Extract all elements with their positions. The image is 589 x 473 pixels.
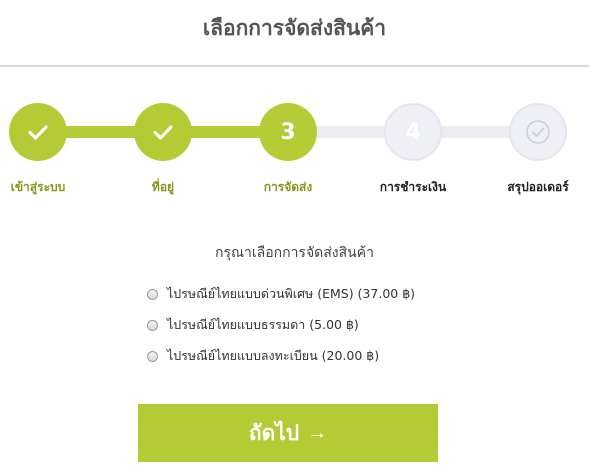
step-4-circle: 4 <box>384 103 442 161</box>
step-3-number: 3 <box>280 119 296 145</box>
step-2-circle <box>134 103 192 161</box>
check-icon <box>28 125 48 140</box>
next-button[interactable]: ถัดไป → <box>138 404 438 462</box>
step-1-circle <box>9 103 67 161</box>
shipping-prompt: กรุณาเลือกการจัดส่งสินค้า <box>215 245 374 261</box>
shipping-option-ems[interactable]: ไปรษณีย์ไทยแบบด่วนพิเศษ (EMS) (37.00 ฿) <box>147 284 415 304</box>
check-circle-icon <box>526 120 550 144</box>
step-1-label: เข้าสู่ระบบ <box>10 180 66 194</box>
shipping-option-regular[interactable]: ไปรษณีย์ไทยแบบธรรมดา (5.00 ฿) <box>147 315 359 335</box>
shipping-radio-ems[interactable] <box>147 288 158 300</box>
shipping-option-label: ไปรษณีย์ไทยแบบด่วนพิเศษ (EMS) (37.00 ฿) <box>167 286 416 301</box>
shipping-option-label: ไปรษณีย์ไทยแบบธรรมดา (5.00 ฿) <box>167 317 359 332</box>
step-2-label: ที่อยู่ <box>151 180 175 194</box>
step-5-circle <box>509 103 567 161</box>
shipping-option-label: ไปรษณีย์ไทยแบบลงทะเบียน (20.00 ฿) <box>167 348 380 363</box>
step-3-circle: 3 <box>259 103 317 161</box>
step-4-number: 4 <box>405 119 421 145</box>
check-icon <box>153 125 173 140</box>
page-title: เลือกการจัดส่งสินค้า <box>202 16 387 40</box>
step-3-label: การจัดส่ง <box>263 180 313 194</box>
shipping-option-registered[interactable]: ไปรษณีย์ไทยแบบลงทะเบียน (20.00 ฿) <box>147 346 379 366</box>
shipping-radio-regular[interactable] <box>147 319 158 331</box>
arrow-right-icon: → <box>307 421 328 444</box>
header-divider <box>0 65 589 67</box>
shipping-radio-registered[interactable] <box>147 350 158 362</box>
next-button-label: ถัดไป <box>248 421 300 445</box>
step-4-label: การชำระเงิน <box>379 180 447 194</box>
step-5-label: สรุปออเดอร์ <box>507 180 569 194</box>
